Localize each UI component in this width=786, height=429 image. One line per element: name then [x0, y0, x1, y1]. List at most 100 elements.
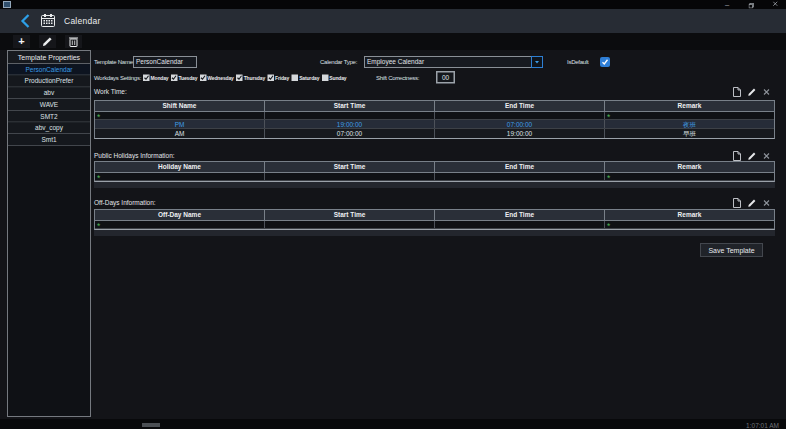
template-name-input[interactable]: PersonCalendar: [133, 56, 197, 68]
checkbox-icon[interactable]: [322, 74, 329, 81]
table-cell[interactable]: 19:00:00: [265, 120, 435, 128]
sidebar-item-Smt1[interactable]: Smt1: [8, 134, 90, 146]
table-header-row: Off-Day NameStart TimeEnd TimeRemark: [95, 210, 774, 221]
isdefault-checkbox[interactable]: [600, 57, 610, 67]
shift-correctness-input[interactable]: 00: [436, 71, 455, 84]
status-clock: 1:07:01 AM: [746, 422, 779, 429]
app-window: – Calendar +: [0, 0, 786, 429]
edit-icon[interactable]: [748, 88, 757, 97]
column-header[interactable]: Start Time: [265, 162, 435, 172]
column-header[interactable]: End Time: [435, 101, 605, 111]
new-row[interactable]: **: [95, 221, 774, 229]
sidebar-item-SMT2[interactable]: SMT2: [8, 111, 90, 123]
table-header-row: Holiday NameStart TimeEnd TimeRemark: [95, 162, 774, 173]
edit-icon[interactable]: [748, 152, 757, 161]
section-label: Off-Days Information:: [94, 197, 156, 208]
checkbox-icon[interactable]: [236, 74, 243, 81]
checkbox-icon[interactable]: [292, 74, 299, 81]
add-button[interactable]: +: [13, 35, 30, 48]
workdays-group: MondayTuesdayWednesdayThursdayFridaySatu…: [143, 72, 347, 83]
sidebar-item-PersonCalendar[interactable]: PersonCalendar: [8, 64, 90, 76]
workdays-settings-label: Workdays Settings:: [94, 72, 141, 84]
column-header[interactable]: Remark: [605, 101, 774, 111]
sidebar-item-WAVE[interactable]: WAVE: [8, 99, 90, 111]
workday-wednesday[interactable]: Wednesday: [200, 74, 234, 81]
column-header[interactable]: End Time: [435, 162, 605, 172]
maximize-button[interactable]: [745, 0, 757, 9]
new-row[interactable]: **: [95, 173, 774, 181]
template-list-header: Template Properties: [8, 51, 90, 64]
work-time-table: Shift NameStart TimeEnd TimeRemark**PM19…: [94, 100, 775, 139]
workday-friday[interactable]: Friday: [268, 74, 290, 81]
workday-saturday[interactable]: Saturday: [292, 74, 320, 81]
close-icon[interactable]: [763, 89, 770, 96]
page-title: Calendar: [64, 9, 101, 33]
new-row-marker: *: [607, 113, 610, 122]
calendar-icon: [41, 14, 55, 29]
table-row[interactable]: PM19:00:0007:00:00夜班: [95, 120, 774, 129]
column-header[interactable]: Start Time: [265, 210, 435, 220]
column-header[interactable]: Remark: [605, 162, 774, 172]
status-bar: 1:07:01 AM: [0, 419, 786, 429]
close-icon[interactable]: [763, 153, 770, 160]
sidebar-item-ProductionPrefer[interactable]: ProductionPrefer: [8, 76, 90, 88]
sidebar-item-abv[interactable]: abv: [8, 87, 90, 99]
export-icon[interactable]: [733, 198, 741, 208]
save-template-button[interactable]: Save Template: [700, 243, 763, 257]
new-row-marker: *: [97, 113, 100, 122]
checkbox-icon[interactable]: [200, 74, 207, 81]
edit-icon[interactable]: [748, 199, 757, 208]
table-cell[interactable]: 夜班: [605, 120, 774, 128]
checkbox-icon[interactable]: [268, 74, 275, 81]
new-row[interactable]: **: [95, 112, 774, 120]
workday-tuesday[interactable]: Tuesday: [171, 74, 197, 81]
workday-thursday[interactable]: Thursday: [236, 74, 265, 81]
table-cell[interactable]: 19:00:00: [435, 129, 605, 138]
column-header[interactable]: Remark: [605, 210, 774, 220]
back-button[interactable]: [19, 13, 31, 29]
title-bar: –: [0, 0, 786, 9]
toolbar: +: [0, 33, 786, 50]
grid-filler: [94, 230, 775, 236]
section-label: Public Holidays Information:: [94, 150, 175, 161]
export-icon[interactable]: [733, 151, 741, 161]
shift-correctness-label: Shift Correctness:: [376, 72, 419, 84]
chevron-down-icon[interactable]: [531, 56, 543, 68]
grid-filler: [94, 182, 775, 188]
calendar-type-label: Calendar Type:: [320, 56, 357, 68]
table-cell[interactable]: PM: [95, 120, 265, 128]
close-button[interactable]: [769, 0, 781, 9]
public-holidays-table: Holiday NameStart TimeEnd TimeRemark**: [94, 161, 775, 182]
delete-button[interactable]: [65, 35, 82, 48]
table-cell[interactable]: AM: [95, 129, 265, 138]
close-icon[interactable]: [763, 200, 770, 207]
edit-button[interactable]: [39, 35, 56, 48]
workday-sunday[interactable]: Sunday: [322, 74, 347, 81]
calendar-type-select[interactable]: Employee Calendar: [364, 56, 543, 68]
calendar-type-value: Employee Calendar: [367, 58, 424, 66]
table-cell[interactable]: 早班: [605, 129, 774, 138]
column-header[interactable]: Off-Day Name: [95, 210, 265, 220]
checkbox-icon[interactable]: [143, 74, 150, 81]
template-name-label: Template Name:: [94, 56, 134, 68]
isdefault-label: IsDefault: [567, 56, 588, 68]
column-header[interactable]: Start Time: [265, 101, 435, 111]
table-cell[interactable]: 07:00:00: [435, 120, 605, 128]
taskbar-tab[interactable]: [142, 423, 160, 427]
template-list-panel: Template Properties PersonCalendarProduc…: [7, 50, 91, 417]
section-label: Work Time:: [94, 86, 127, 97]
export-icon[interactable]: [733, 87, 741, 97]
app-icon: [3, 1, 11, 8]
column-header[interactable]: Holiday Name: [95, 162, 265, 172]
minimize-button[interactable]: –: [721, 0, 733, 9]
header-bar: Calendar: [0, 9, 786, 33]
column-header[interactable]: End Time: [435, 210, 605, 220]
table-cell[interactable]: 07:00:00: [265, 129, 435, 138]
column-header[interactable]: Shift Name: [95, 101, 265, 111]
off-days-table: Off-Day NameStart TimeEnd TimeRemark**: [94, 209, 775, 230]
sidebar-item-abv_copy[interactable]: abv_copy: [8, 122, 90, 134]
checkbox-icon[interactable]: [171, 74, 178, 81]
workday-monday[interactable]: Monday: [143, 74, 168, 81]
sidebar-list: PersonCalendarProductionPreferabvWAVESMT…: [8, 64, 90, 146]
table-row[interactable]: AM07:00:0019:00:00早班: [95, 129, 774, 138]
